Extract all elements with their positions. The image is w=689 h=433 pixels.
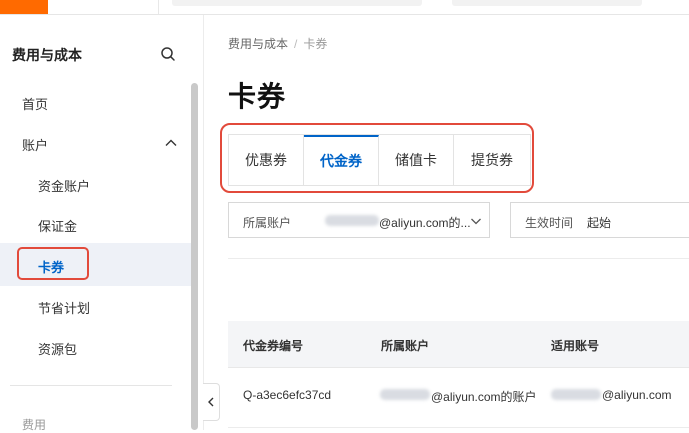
account-filter-select[interactable]: 所属账户 @aliyun.com的... bbox=[228, 202, 490, 238]
sidebar-item-deposit[interactable]: 保证金 bbox=[38, 216, 77, 235]
sidebar-item-home[interactable]: 首页 bbox=[22, 94, 48, 113]
navbar-search[interactable] bbox=[172, 0, 422, 6]
breadcrumb-separator: / bbox=[294, 37, 298, 51]
column-header-applicable-account: 适用账号 bbox=[551, 339, 600, 353]
account-filter-value: @aliyun.com的... bbox=[379, 216, 471, 230]
redacted-applicable-account bbox=[551, 389, 601, 400]
account-cell: @aliyun.com的账户 bbox=[431, 390, 537, 404]
effective-time-filter[interactable]: 生效时间 起始 bbox=[510, 202, 689, 238]
sidebar-group-label: 费用 bbox=[22, 418, 47, 432]
sidebar-item-fund-account[interactable]: 资金账户 bbox=[38, 176, 90, 195]
table-header: 代金券编号 所属账户 适用账号 bbox=[228, 321, 689, 368]
tab-discount-coupon[interactable]: 优惠券 bbox=[229, 135, 304, 185]
chevron-up-icon[interactable] bbox=[164, 136, 178, 150]
filter-divider bbox=[228, 258, 689, 259]
sidebar-item-savings-plan[interactable]: 节省计划 bbox=[38, 298, 90, 317]
navbar-divider bbox=[158, 0, 159, 14]
voucher-id-cell[interactable]: Q-a3ec6efc37cd bbox=[243, 388, 331, 402]
tab-pickup-voucher[interactable]: 提货券 bbox=[454, 135, 530, 185]
highlight-annotation-box bbox=[17, 247, 89, 280]
page-title: 卡券 bbox=[228, 81, 287, 112]
redacted-account-name bbox=[325, 215, 379, 226]
column-header-account: 所属账户 bbox=[381, 339, 430, 353]
sidebar-item-resource-package[interactable]: 资源包 bbox=[38, 339, 77, 358]
breadcrumb-root[interactable]: 费用与成本 bbox=[228, 37, 288, 51]
sidebar-scrollbar[interactable] bbox=[191, 83, 198, 430]
chevron-down-icon bbox=[471, 218, 481, 225]
breadcrumb-current: 卡券 bbox=[303, 37, 328, 51]
sidebar-item-account[interactable]: 账户 bbox=[22, 135, 48, 154]
sidebar: 费用与成本 首页 账户 资金账户 保证金 卡券 节省计划 资源包 费用 bbox=[0, 15, 204, 432]
sidebar-divider bbox=[10, 385, 172, 386]
tab-voucher[interactable]: 代金券 bbox=[304, 135, 379, 185]
console-home-logo[interactable] bbox=[0, 0, 48, 14]
column-header-voucher-id: 代金券编号 bbox=[243, 339, 304, 353]
effective-time-start: 起始 bbox=[587, 216, 612, 230]
account-filter-label: 所属账户 bbox=[243, 216, 292, 230]
redacted-account-name bbox=[380, 389, 430, 400]
main-content: 费用与成本 / 卡券 卡券 优惠券 代金券 储值卡 提货券 所属账户 @aliyun… bbox=[204, 15, 689, 430]
breadcrumb: 费用与成本 / 卡券 bbox=[228, 35, 327, 52]
applicable-account-cell: @aliyun.com bbox=[602, 388, 672, 402]
navbar-tools[interactable] bbox=[452, 0, 642, 6]
sidebar-title: 费用与成本 bbox=[12, 47, 82, 63]
tab-stored-value-card[interactable]: 储值卡 bbox=[379, 135, 454, 185]
search-icon[interactable] bbox=[160, 46, 176, 62]
coupon-tabs: 优惠券 代金券 储值卡 提货券 bbox=[228, 134, 531, 186]
effective-time-label: 生效时间 bbox=[525, 216, 574, 230]
table-row-divider bbox=[228, 427, 689, 428]
top-navbar bbox=[0, 0, 689, 15]
